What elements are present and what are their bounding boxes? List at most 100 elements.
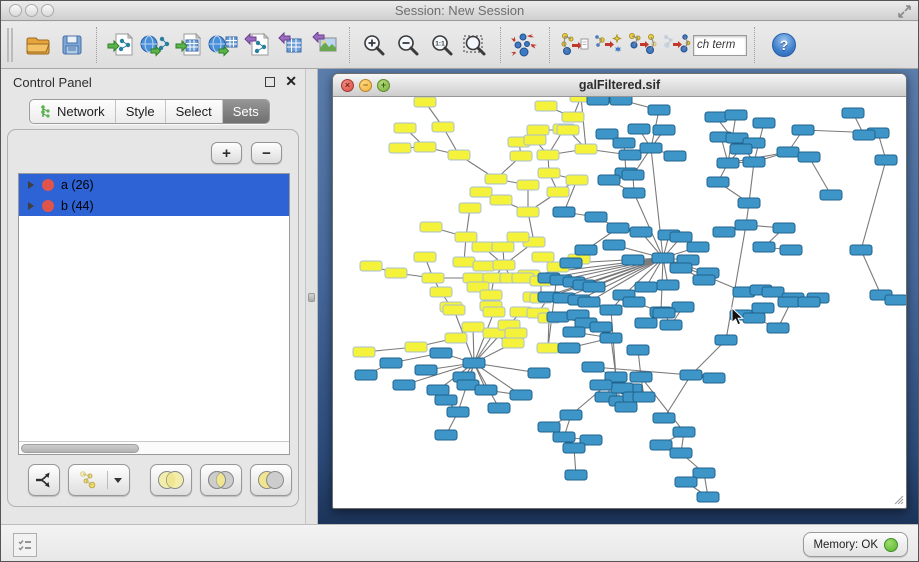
graph-node-yellow[interactable] (537, 150, 559, 160)
graph-node-yellow[interactable] (505, 328, 527, 338)
tab-select[interactable]: Select (166, 100, 223, 123)
graph-node-yellow[interactable] (490, 195, 512, 205)
graph-node-yellow[interactable] (389, 143, 411, 153)
graph-node-yellow[interactable] (472, 242, 494, 252)
remove-set-button[interactable]: − (251, 142, 282, 164)
graph-node-blue[interactable] (670, 263, 692, 273)
graph-node-blue[interactable] (430, 348, 452, 358)
graph-node-yellow[interactable] (448, 150, 470, 160)
graph-node-blue[interactable] (563, 327, 585, 337)
graph-node-blue[interactable] (798, 297, 820, 307)
graph-node-blue[interactable] (650, 440, 672, 450)
graph-node-blue[interactable] (850, 245, 872, 255)
graph-node-yellow[interactable] (517, 207, 539, 217)
set-row-b[interactable]: b (44) (19, 195, 289, 216)
graph-node-blue[interactable] (622, 255, 644, 265)
export-image-button[interactable] (308, 26, 342, 64)
graph-node-yellow[interactable] (517, 180, 539, 190)
graph-edge[interactable] (641, 377, 684, 432)
graph-node-blue[interactable] (528, 368, 550, 378)
graph-node-blue[interactable] (743, 313, 765, 323)
graph-edge[interactable] (809, 157, 831, 195)
graph-node-blue[interactable] (633, 392, 655, 402)
graph-node-yellow[interactable] (405, 342, 427, 352)
graph-node-blue[interactable] (798, 152, 820, 162)
graph-node-blue[interactable] (393, 380, 415, 390)
graph-node-yellow[interactable] (557, 125, 579, 135)
graph-node-yellow[interactable] (483, 307, 505, 317)
graph-node-yellow[interactable] (432, 122, 454, 132)
import-table-from-web-button[interactable] (206, 26, 240, 64)
graph-node-blue[interactable] (563, 443, 585, 453)
new-network-from-selection-button[interactable] (557, 26, 591, 64)
graph-node-blue[interactable] (657, 280, 679, 290)
split-pane-divider[interactable] (305, 69, 318, 524)
graph-node-yellow[interactable] (532, 252, 554, 262)
graph-node-blue[interactable] (713, 227, 735, 237)
apply-preferred-layout-button[interactable] (508, 26, 542, 64)
graph-node-yellow[interactable] (566, 175, 588, 185)
network-graph[interactable] (333, 97, 906, 507)
graph-node-blue[interactable] (673, 427, 695, 437)
graph-node-blue[interactable] (435, 395, 457, 405)
graph-node-blue[interactable] (435, 430, 457, 440)
resize-grip-icon[interactable] (892, 493, 904, 505)
graph-node-yellow[interactable] (414, 97, 436, 107)
graph-node-yellow[interactable] (502, 338, 524, 348)
graph-node-blue[interactable] (753, 118, 775, 128)
expander-icon[interactable] (28, 202, 34, 210)
tab-style[interactable]: Style (116, 100, 166, 123)
graph-node-blue[interactable] (565, 470, 587, 480)
expander-icon[interactable] (28, 181, 34, 189)
graph-node-blue[interactable] (820, 190, 842, 200)
graph-node-blue[interactable] (687, 242, 709, 252)
graph-edge[interactable] (861, 250, 881, 295)
graph-node-blue[interactable] (596, 129, 618, 139)
graph-node-blue[interactable] (778, 297, 800, 307)
graph-node-blue[interactable] (600, 333, 622, 343)
zoom-out-button[interactable] (391, 26, 425, 64)
graph-node-yellow[interactable] (527, 125, 549, 135)
zoom-fit-selected-button[interactable] (459, 26, 493, 64)
graph-node-blue[interactable] (463, 358, 485, 368)
graph-node-blue[interactable] (603, 240, 625, 250)
graph-node-blue[interactable] (725, 110, 747, 120)
graph-node-yellow[interactable] (562, 112, 584, 122)
graph-node-blue[interactable] (475, 385, 497, 395)
graph-node-blue[interactable] (538, 422, 560, 432)
graph-node-yellow[interactable] (535, 101, 557, 111)
zoom-in-button[interactable] (357, 26, 391, 64)
network-frame-titlebar[interactable]: × − + galFiltered.sif (333, 74, 906, 97)
float-panel-icon[interactable] (265, 77, 275, 87)
graph-node-blue[interactable] (670, 448, 692, 458)
graph-node-yellow[interactable] (480, 290, 502, 300)
titlebar[interactable]: Session: New Session (1, 1, 918, 21)
graph-node-blue[interactable] (693, 468, 715, 478)
close-panel-icon[interactable]: ✕ (285, 73, 297, 90)
graph-node-blue[interactable] (660, 320, 682, 330)
graph-node-blue[interactable] (547, 312, 569, 322)
graph-node-blue[interactable] (587, 97, 609, 105)
search-input[interactable] (693, 35, 747, 56)
graph-node-yellow[interactable] (538, 168, 560, 178)
graph-node-blue[interactable] (415, 365, 437, 375)
graph-node-blue[interactable] (558, 343, 580, 353)
graph-node-blue[interactable] (619, 150, 641, 160)
graph-node-blue[interactable] (648, 105, 670, 115)
tab-network[interactable]: Network (30, 100, 116, 123)
graph-node-blue[interactable] (635, 318, 657, 328)
graph-node-blue[interactable] (767, 323, 789, 333)
graph-edge[interactable] (749, 162, 754, 203)
show-hide-selection-button[interactable] (659, 26, 693, 64)
graph-node-blue[interactable] (792, 125, 814, 135)
graph-node-blue[interactable] (715, 335, 737, 345)
graph-node-blue[interactable] (585, 212, 607, 222)
graph-node-blue[interactable] (560, 258, 582, 268)
graph-node-blue[interactable] (752, 303, 774, 313)
graph-node-yellow[interactable] (462, 322, 484, 332)
graph-node-blue[interactable] (553, 432, 575, 442)
graph-node-yellow[interactable] (414, 142, 436, 152)
scrollbar-thumb[interactable] (21, 444, 139, 453)
select-by-style-button[interactable] (591, 26, 625, 64)
export-table-button[interactable] (274, 26, 308, 64)
